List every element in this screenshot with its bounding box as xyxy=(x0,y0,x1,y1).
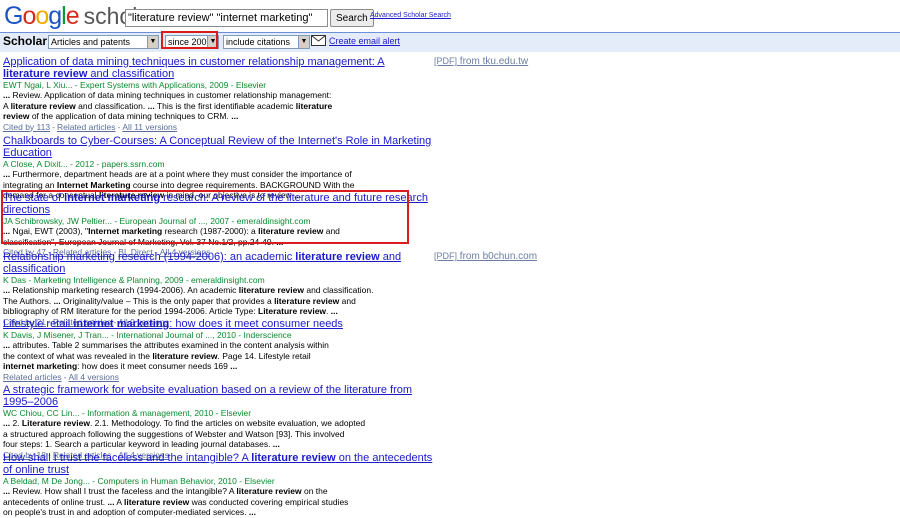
result-item: Lifestyle retail internet marketing: how… xyxy=(3,318,433,382)
result-title-link[interactable]: Application of data mining techniques in… xyxy=(3,56,433,80)
result-snippet: ... Relationship marketing research (199… xyxy=(3,285,374,316)
result-snippet: ... Review. Application of data mining t… xyxy=(3,90,333,121)
advanced-search-link[interactable]: Advanced Scholar Search xyxy=(370,12,451,19)
result-links: Related articles - All 4 versions xyxy=(3,371,119,382)
result-snippet: ... 2. Literature review. 2.1. Methodolo… xyxy=(3,418,366,449)
pdf-link[interactable]: [PDF] from b0chun.com xyxy=(434,251,537,262)
result-title-link[interactable]: How shall I trust the faceless and the i… xyxy=(3,452,433,476)
search-button[interactable]: Search xyxy=(330,9,374,27)
result-meta: A Beldad, M De Jong... - Computers in Hu… xyxy=(3,476,275,486)
result-title-link[interactable]: Lifestyle retail internet marketing: how… xyxy=(3,318,433,330)
result-meta: A Close, A Dixit... - 2012 - papers.ssrn… xyxy=(3,159,165,169)
search-input[interactable] xyxy=(125,9,328,27)
document-type-select[interactable]: Articles and patents ▼ xyxy=(48,35,159,49)
result-title-link[interactable]: Chalkboards to Cyber-Courses: A Conceptu… xyxy=(3,135,433,159)
cited-by-link[interactable]: Cited by 113 xyxy=(3,122,50,132)
date-filter-highlight xyxy=(161,31,218,49)
result-item: Application of data mining techniques in… xyxy=(3,56,433,132)
result-item: How shall I trust the faceless and the i… xyxy=(3,452,433,518)
result-title-link[interactable]: A strategic framework for website evalua… xyxy=(3,384,433,408)
result-snippet: ... attributes. Table 2 summarises the a… xyxy=(3,340,329,371)
related-articles-link[interactable]: Related articles xyxy=(57,122,116,132)
citations-filter-select[interactable]: include citations ▼ xyxy=(223,35,310,49)
result-item: A strategic framework for website evalua… xyxy=(3,384,433,460)
related-articles-link[interactable]: Related articles xyxy=(3,372,62,382)
result-item: Relationship marketing research (1994-20… xyxy=(3,251,433,327)
create-email-alert-link[interactable]: Create email alert xyxy=(329,36,400,46)
result-meta: WC Chiou, CC Lin... - Information & mana… xyxy=(3,408,252,418)
result-meta: EWT Ngai, L Xiu... - Expert Systems with… xyxy=(3,80,267,90)
result-meta: K Davis, J Misener, J Tran... - Internat… xyxy=(3,330,292,340)
scholar-options-bar: Scholar Articles and patents ▼ since 200… xyxy=(0,32,900,52)
all-versions-link[interactable]: All 4 versions xyxy=(68,372,119,382)
result-title-link[interactable]: Relationship marketing research (1994-20… xyxy=(3,251,433,275)
email-envelope-icon[interactable] xyxy=(311,35,326,46)
result-snippet: ... Review. How shall I trust the facele… xyxy=(3,486,349,517)
result-meta: K Das - Marketing Intelligence & Plannin… xyxy=(3,275,265,285)
result-highlight xyxy=(1,190,409,244)
chevron-down-icon[interactable]: ▼ xyxy=(147,36,158,48)
pdf-link[interactable]: [PDF] from tku.edu.tw xyxy=(434,56,528,67)
scholar-header: Googlescholar Search Advanced Scholar Se… xyxy=(0,0,900,32)
result-links: Cited by 113- Related articles - All 11 ver… xyxy=(3,121,178,132)
chevron-down-icon[interactable]: ▼ xyxy=(298,36,309,48)
all-versions-link[interactable]: All 11 versions xyxy=(122,122,177,132)
bar-title: Scholar xyxy=(3,34,48,48)
